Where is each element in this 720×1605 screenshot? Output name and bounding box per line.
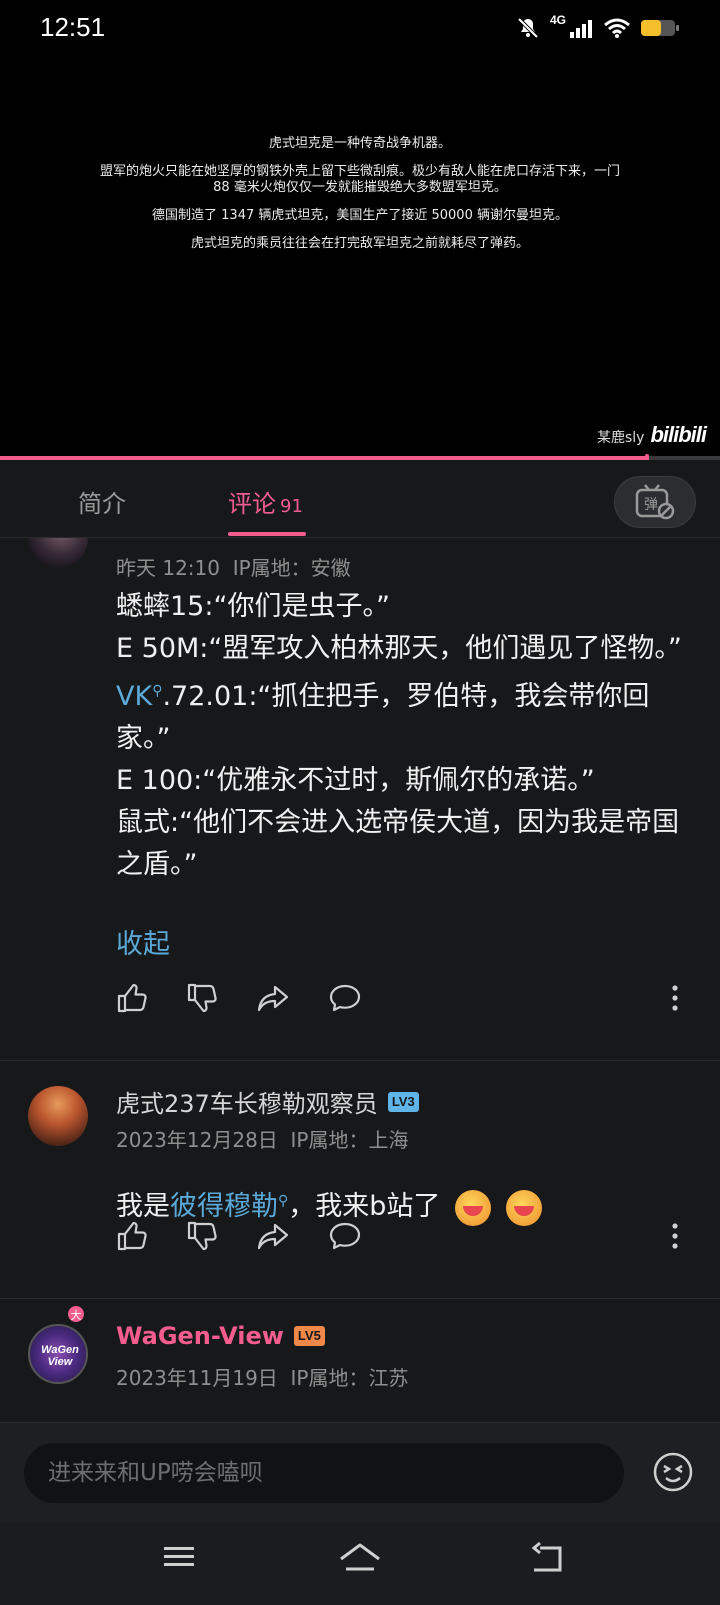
danmaku-off-icon: 弹 xyxy=(635,484,675,520)
level-badge: LV5 xyxy=(293,1326,325,1346)
big-member-badge: 大 xyxy=(66,1304,86,1324)
comment-line-rest: .72.01:“抓住把手，罗伯特，我会带你回家。” xyxy=(116,681,650,754)
comment-username[interactable]: 虎式237车长穆勒观察员 LV3 xyxy=(116,1084,419,1119)
comment-date: 2023年11月19日 xyxy=(116,1366,278,1390)
status-time: 12:51 xyxy=(40,12,106,42)
comment-meta: 昨天 12:10 IP属地：安徽 xyxy=(116,552,351,581)
comment-ip: IP属地：安徽 xyxy=(232,556,351,580)
tab-comments[interactable]: 评论 91 xyxy=(228,484,303,519)
username-text: WaGen-View xyxy=(116,1322,284,1350)
comment-input-bar: 进来来和UP唠会嗑呗 xyxy=(0,1422,720,1522)
comment-date: 2023年12月28日 xyxy=(116,1128,278,1152)
subtitle-line: 德国制造了 1347 辆虎式坦克，美国生产了接近 50000 辆谢尔曼坦克。 xyxy=(152,208,568,223)
comment-meta: 2023年12月28日 IP属地：上海 xyxy=(116,1124,408,1153)
watermark-user: 某鹿sly xyxy=(596,430,645,446)
subtitle-line: 虎式坦克的乘员往往会在打完敌军坦克之前就耗尽了弹药。 xyxy=(190,236,529,251)
comment-line: E 100:“优雅永不过时，斯佩尔的承诺。” xyxy=(116,765,595,796)
share-icon[interactable] xyxy=(256,982,290,1014)
more-icon[interactable] xyxy=(670,1220,680,1252)
more-icon[interactable] xyxy=(670,982,680,1014)
dislike-icon[interactable] xyxy=(186,982,218,1014)
dislike-icon[interactable] xyxy=(186,1220,218,1252)
active-tab-indicator xyxy=(228,532,306,536)
comment-ip: IP属地：江苏 xyxy=(290,1366,409,1390)
avatar[interactable]: WaGen View xyxy=(28,1324,88,1384)
tab-comments-count: 91 xyxy=(280,496,303,517)
tab-intro[interactable]: 简介 xyxy=(78,484,126,519)
menu-icon[interactable] xyxy=(162,1542,196,1572)
like-icon[interactable] xyxy=(116,982,148,1014)
status-icons: 4G xyxy=(516,13,680,42)
emoji-picker-icon[interactable] xyxy=(652,1451,694,1493)
comment-input[interactable]: 进来来和UP唠会嗑呗 xyxy=(24,1443,624,1503)
svg-text:弹: 弹 xyxy=(644,497,658,513)
comment-actions xyxy=(116,982,696,1016)
comment-text: ，我来b站了 xyxy=(288,1191,441,1222)
search-link[interactable]: 彼得穆勒 xyxy=(170,1191,278,1222)
status-bar: 12:51 4G xyxy=(0,0,720,56)
comment-meta: 2023年11月19日 IP属地：江苏 xyxy=(116,1362,408,1391)
video-watermark: 某鹿sly bilibili xyxy=(596,422,707,448)
comment-text: 我是 xyxy=(116,1191,170,1222)
comment-ip: IP属地：上海 xyxy=(290,1128,409,1152)
collapse-button[interactable]: 收起 xyxy=(116,922,170,961)
comment-list[interactable]: 昨天 12:10 IP属地：安徽 蟋蟀15:“你们是虫子。” E 50M:“盟军… xyxy=(0,538,720,1422)
signal-icon xyxy=(570,20,592,38)
reply-icon[interactable] xyxy=(328,1220,362,1252)
search-link[interactable]: VK xyxy=(116,681,152,712)
comment-line: 鼠式:“他们不会进入选帝侯大道，因为我是帝国之盾。” xyxy=(116,807,680,880)
subtitle-line: 虎式坦克是一种传奇战争机器。 xyxy=(268,136,451,151)
share-icon[interactable] xyxy=(256,1220,290,1252)
search-icon: ⚲ xyxy=(278,1193,289,1209)
level-badge: LV3 xyxy=(387,1091,419,1112)
comment-divider xyxy=(0,1298,720,1299)
comment-line: 蟋蟀15:“你们是虫子。” xyxy=(116,591,390,622)
danmaku-toggle-button[interactable]: 弹 xyxy=(614,476,696,528)
home-icon[interactable] xyxy=(338,1542,382,1576)
avatar[interactable] xyxy=(28,538,88,568)
comment-date: 昨天 12:10 xyxy=(116,556,220,580)
mute-bell-icon xyxy=(517,17,539,39)
comment-username[interactable]: WaGen-View LV5 xyxy=(116,1322,325,1350)
tab-comments-label: 评论 xyxy=(228,490,276,518)
search-icon: ⚲ xyxy=(152,683,163,699)
username-text: 虎式237车长穆勒观察员 xyxy=(116,1090,378,1118)
battery-icon xyxy=(641,20,679,36)
system-nav-bar xyxy=(0,1522,720,1605)
back-icon[interactable] xyxy=(530,1542,566,1574)
avatar[interactable] xyxy=(28,1086,88,1146)
video-player[interactable]: 虎式坦克是一种传奇战争机器。 盟军的炮火只能在她坚厚的钢铁外壳上留下些微刮痕。极… xyxy=(0,56,720,456)
network-type: 4G xyxy=(549,13,566,27)
like-icon[interactable] xyxy=(116,1220,148,1252)
bilibili-logo: bilibili xyxy=(650,422,707,447)
avatar-text: WaGen View xyxy=(41,1344,79,1368)
wifi-icon xyxy=(604,18,630,38)
subtitle-line: 盟军的炮火只能在她坚厚的钢铁外壳上留下些微刮痕。极少有敌人能在虎口存活下来，一门… xyxy=(100,164,621,195)
comment-divider xyxy=(0,1060,720,1061)
comment-line: VK⚲.72.01:“抓住把手，罗伯特，我会带你回家。” xyxy=(116,670,696,760)
comment-actions xyxy=(116,1220,696,1254)
video-subtitles: 虎式坦克是一种传奇战争机器。 盟军的炮火只能在她坚厚的钢铁外壳上留下些微刮痕。极… xyxy=(100,136,620,264)
reply-icon[interactable] xyxy=(328,982,362,1014)
comment-content: 蟋蟀15:“你们是虫子。” E 50M:“盟军攻入柏林那天，他们遇见了怪物。” … xyxy=(116,586,696,886)
tab-bar: 简介 评论 91 弹 xyxy=(0,460,720,538)
comment-line: E 50M:“盟军攻入柏林那天，他们遇见了怪物。” xyxy=(116,633,682,664)
